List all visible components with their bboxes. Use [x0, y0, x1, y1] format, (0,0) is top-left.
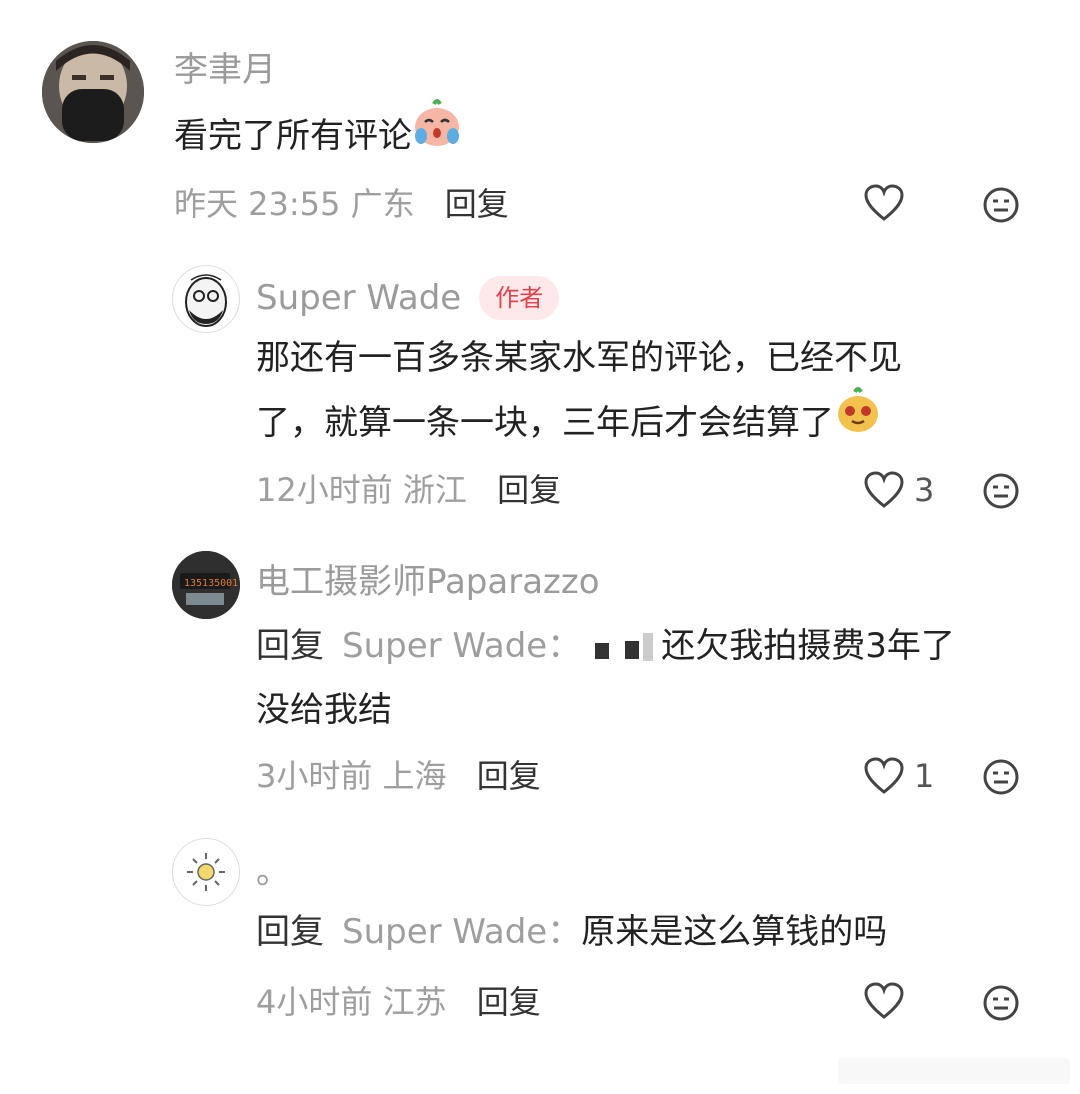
neutral-face-icon — [983, 985, 1019, 1021]
author-badge: 作者 — [479, 276, 560, 320]
comment-text: 回复 Super Wade： 还欠我拍摄费3年了 没给我结 — [256, 614, 955, 742]
comment-location: 江苏 — [382, 983, 447, 1021]
comment-time: 昨天 23:55 — [174, 185, 341, 223]
comment-body-line-2: 了，就算一条一块，三年后才会结算了 — [256, 387, 902, 459]
dislike-button[interactable] — [982, 984, 1020, 1026]
smug-face-emoji — [834, 386, 882, 455]
comment-username[interactable]: Super Wade 作者 — [256, 276, 560, 320]
avatar[interactable] — [42, 41, 144, 143]
neutral-face-icon — [983, 759, 1019, 795]
heart-icon — [864, 471, 904, 508]
comment-body-text: 原来是这么算钱的吗 — [581, 912, 888, 952]
dislike-button[interactable] — [982, 758, 1020, 800]
comment-body-line: 那还有一百多条某家水军的评论，已经不见 — [256, 338, 902, 378]
comment-location: 上海 — [382, 757, 447, 795]
comment-text: 那还有一百多条某家水军的评论，已经不见 了，就算一条一块，三年后才会结算了 — [256, 326, 902, 459]
comment-username[interactable]: 李聿月 — [174, 50, 276, 90]
like-button[interactable]: 1 — [864, 757, 934, 795]
reply-button[interactable]: 回复 — [497, 471, 561, 509]
avatar[interactable] — [172, 838, 240, 906]
svg-text:135135001: 135135001 — [184, 578, 238, 589]
like-button[interactable] — [864, 184, 904, 222]
reply-to-user[interactable]: Super Wade： — [342, 626, 581, 666]
comment-location: 浙江 — [402, 471, 467, 509]
avatar[interactable]: 135135001 — [172, 551, 240, 619]
comment-meta: 4小时前 江苏 回复 — [256, 982, 541, 1022]
username-text: Super Wade — [256, 278, 462, 318]
neutral-face-icon — [983, 473, 1019, 509]
comment-body-line-2: 没给我结 — [256, 690, 392, 730]
comment-time: 4小时前 — [256, 983, 373, 1021]
like-count: 1 — [914, 757, 935, 795]
reply-button[interactable]: 回复 — [445, 185, 509, 223]
comment-location: 广东 — [350, 185, 415, 223]
like-button[interactable]: 3 — [864, 471, 934, 509]
heart-icon — [864, 184, 904, 221]
dislike-button[interactable] — [982, 472, 1020, 514]
comment-text: 回复 Super Wade：原来是这么算钱的吗 — [256, 900, 887, 964]
sun-icon — [187, 853, 225, 891]
comment-text: 看完了所有评论 — [174, 99, 462, 173]
comment-meta: 12小时前 浙江 回复 — [256, 470, 561, 510]
heart-icon — [864, 982, 904, 1019]
reply-tag: 回复 — [256, 912, 324, 952]
comment-meta: 昨天 23:55 广东 回复 — [174, 184, 509, 224]
like-button[interactable] — [864, 982, 904, 1020]
heart-icon — [864, 757, 904, 794]
dislike-button[interactable] — [982, 186, 1020, 228]
reply-button[interactable]: 回复 — [477, 983, 541, 1021]
comment-time: 12小时前 — [256, 471, 393, 509]
comment-body-text: 还欠我拍摄费3年了 — [661, 626, 955, 666]
crying-face-emoji — [412, 98, 462, 169]
like-count: 3 — [914, 471, 935, 509]
comment-username[interactable]: 电工摄影师Paparazzo — [256, 562, 600, 602]
comment-body-line-text: 了，就算一条一块，三年后才会结算了 — [256, 403, 834, 443]
reply-to-user[interactable]: Super Wade： — [342, 912, 581, 952]
reply-button[interactable]: 回复 — [477, 757, 541, 795]
comment-body: 看完了所有评论 — [174, 116, 412, 156]
reply-tag: 回复 — [256, 626, 324, 666]
neutral-face-icon — [983, 187, 1019, 223]
avatar[interactable] — [172, 265, 240, 333]
comment-username[interactable]: 。 — [256, 852, 290, 892]
watermark — [838, 1058, 1070, 1084]
comment-time: 3小时前 — [256, 757, 373, 795]
comment-body-line: 回复 Super Wade： 还欠我拍摄费3年了 — [256, 614, 955, 678]
redacted-name — [581, 631, 661, 665]
comment-meta: 3小时前 上海 回复 — [256, 756, 541, 796]
